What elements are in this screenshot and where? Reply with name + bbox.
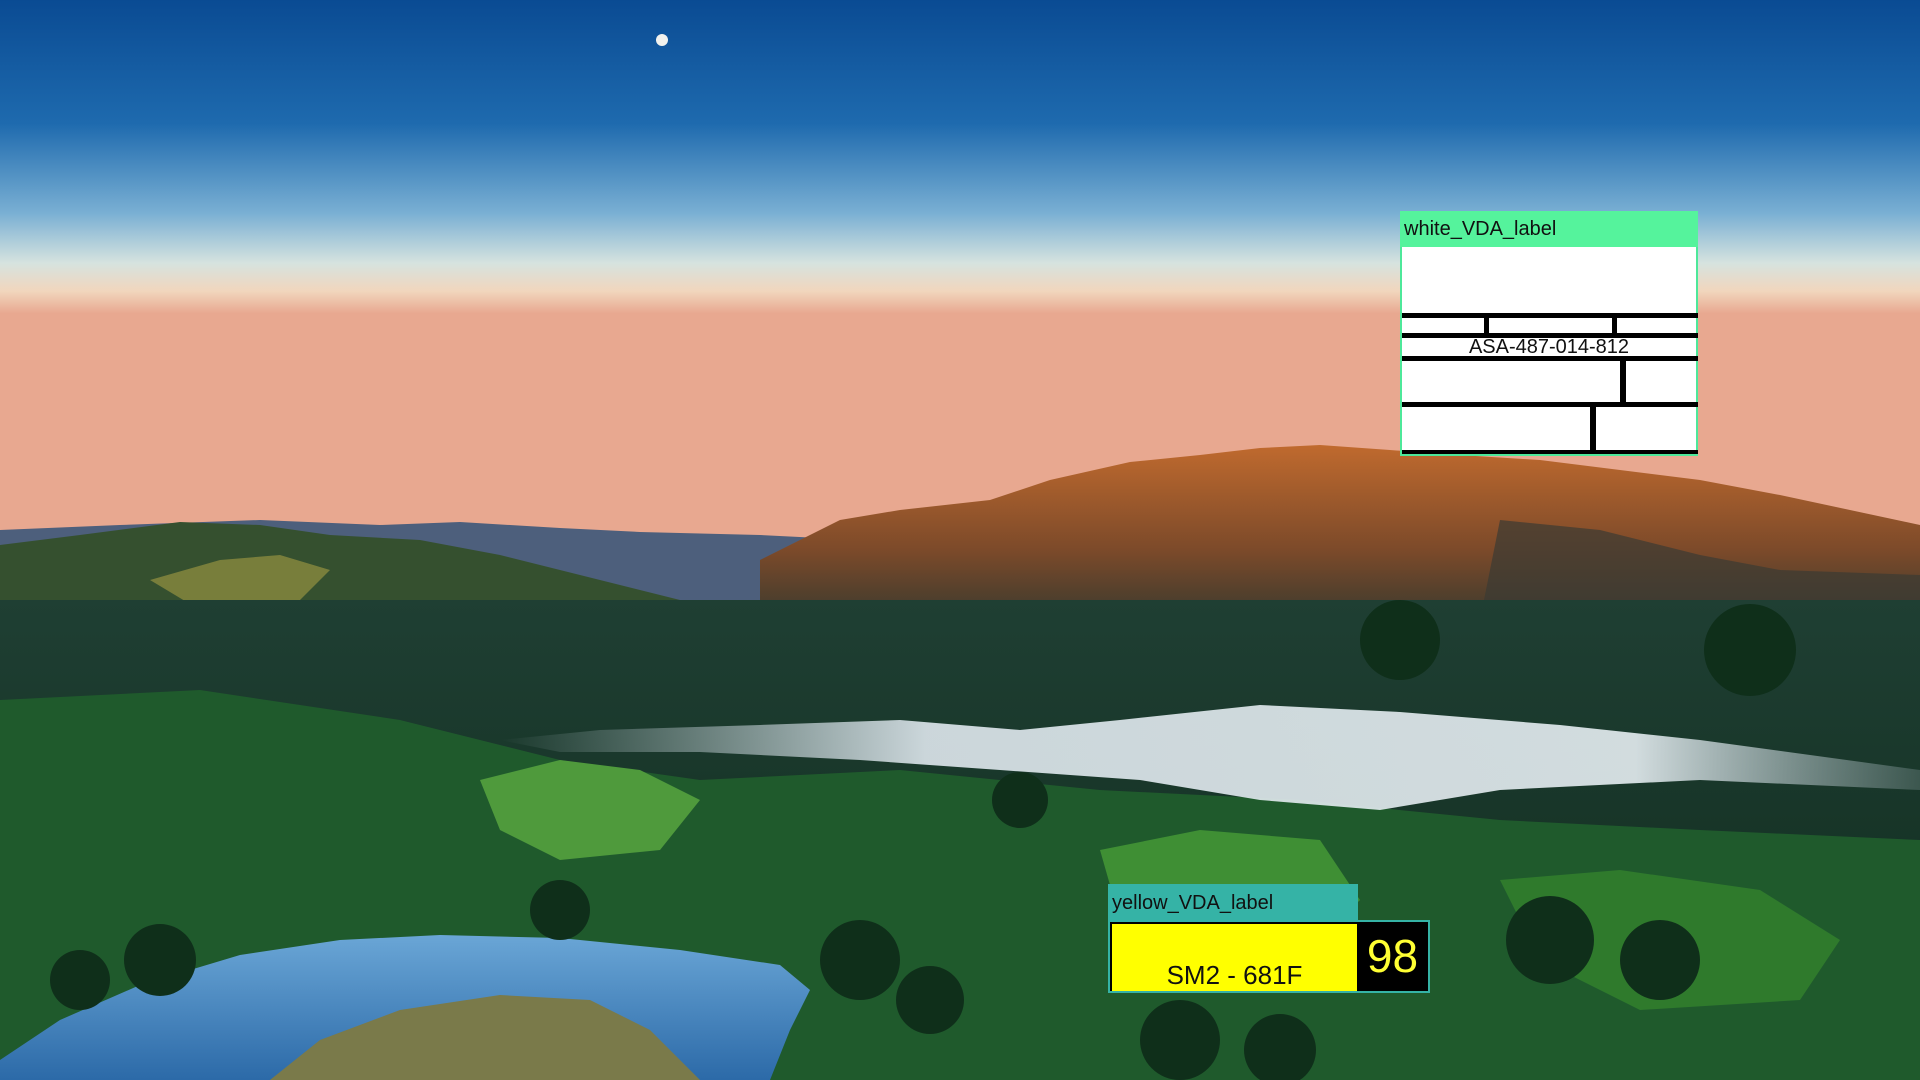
white-vda-label-tab: white_VDA_label [1400, 211, 1698, 247]
yellow-vda-label-title: yellow_VDA_label [1112, 892, 1274, 914]
yellow-vda-label[interactable]: yellow_VDA_label SM2 - 681F 98 [1108, 884, 1430, 993]
landscape-background [0, 0, 1920, 1080]
yellow-vda-label-frame: SM2 - 681F 98 [1108, 920, 1430, 993]
landscape-photo [0, 0, 1920, 1080]
yellow-vda-label-tab: yellow_VDA_label [1108, 884, 1358, 920]
white-vda-label-code: ASA-487-014-812 [1468, 336, 1630, 358]
label-rule [1620, 356, 1626, 404]
label-rule [1590, 402, 1596, 452]
label-rule [1402, 450, 1698, 454]
white-vda-label-title: white_VDA_label [1404, 218, 1557, 240]
yellow-plate: SM2 - 681F [1112, 924, 1357, 991]
yellow-plate-number-box: 98 [1359, 924, 1426, 991]
yellow-plate-number: 98 [1366, 930, 1419, 982]
label-rule [1402, 402, 1698, 407]
white-vda-label[interactable]: white_VDA_label ASA-487-014-812 [1400, 211, 1698, 456]
label-rule [1612, 313, 1617, 333]
white-vda-label-body: ASA-487-014-812 [1402, 247, 1698, 454]
yellow-plate-text: SM2 - 681F [1166, 960, 1303, 990]
moon-icon [656, 34, 668, 46]
label-rule [1484, 313, 1489, 333]
label-rule [1402, 313, 1698, 318]
